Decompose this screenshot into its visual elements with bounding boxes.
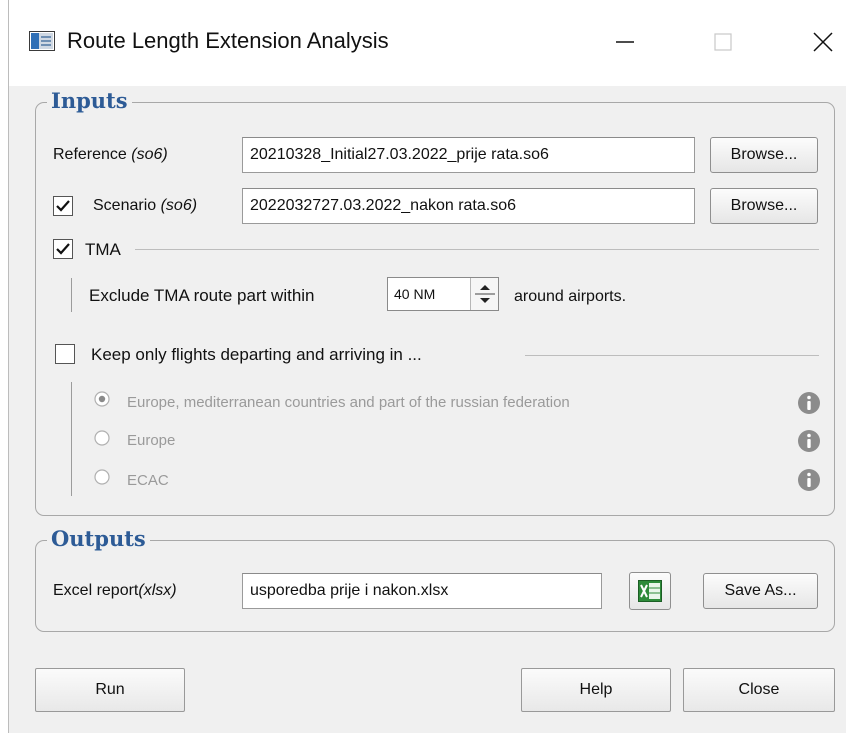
reference-label-format: (so6) bbox=[131, 146, 168, 163]
window-title: Route Length Extension Analysis bbox=[67, 28, 389, 53]
minimize-icon bbox=[616, 41, 634, 43]
checkmark-icon bbox=[56, 200, 70, 212]
scenario-label-format: (so6) bbox=[160, 197, 198, 214]
reference-label: Reference (so6) bbox=[53, 146, 168, 164]
minimize-button[interactable] bbox=[597, 12, 653, 72]
tma-suffix-label: around airports. bbox=[514, 288, 627, 305]
region-label-europe: Europe bbox=[127, 432, 176, 449]
inputs-group-title: Inputs bbox=[47, 88, 132, 113]
tma-divider bbox=[135, 249, 819, 250]
keep-flights-checkbox[interactable] bbox=[55, 344, 75, 364]
tma-distance-spinbox[interactable]: 40 NM bbox=[387, 277, 499, 311]
save-as-button[interactable]: Save As... bbox=[703, 573, 818, 609]
scenario-browse-button[interactable]: Browse... bbox=[710, 188, 818, 224]
region-label-europe-med: Europe, mediterranean countries and part… bbox=[127, 394, 570, 411]
radio-unselected-icon bbox=[94, 469, 110, 485]
spin-up-down-icon bbox=[475, 285, 495, 303]
region-radio-ecac[interactable] bbox=[93, 468, 111, 486]
region-radio-europe-med[interactable] bbox=[93, 390, 111, 408]
reference-label-text: Reference bbox=[53, 146, 132, 163]
region-radio-europe[interactable] bbox=[93, 429, 111, 447]
radio-selected-icon bbox=[94, 391, 110, 407]
app-icon bbox=[29, 31, 55, 51]
spin-buttons[interactable] bbox=[470, 278, 498, 310]
radio-unselected-icon bbox=[94, 430, 110, 446]
tma-exclude-label: Exclude TMA route part within bbox=[89, 286, 315, 305]
scenario-file-input[interactable]: 2022032727.03.2022_nakon rata.so6 bbox=[242, 188, 695, 224]
excel-report-file-input[interactable]: usporedba prije i nakon.xlsx bbox=[242, 573, 602, 609]
help-button[interactable]: Help bbox=[521, 668, 671, 712]
keep-flights-divider bbox=[525, 355, 819, 356]
reference-browse-button[interactable]: Browse... bbox=[710, 137, 818, 173]
scenario-label-text: Scenario bbox=[93, 197, 161, 214]
scenario-checkbox[interactable] bbox=[53, 196, 73, 216]
dialog-window: Route Length Extension Analysis Inputs R… bbox=[8, 0, 846, 733]
excel-report-label-text: Excel report bbox=[53, 582, 139, 599]
open-excel-button[interactable] bbox=[629, 572, 671, 610]
info-icon[interactable] bbox=[797, 468, 821, 492]
maximize-icon bbox=[714, 33, 732, 51]
tma-indent-line bbox=[71, 278, 72, 312]
region-label-ecac: ECAC bbox=[127, 472, 169, 489]
tma-distance-value: 40 NM bbox=[394, 286, 436, 302]
run-button[interactable]: Run bbox=[35, 668, 185, 712]
checkmark-icon bbox=[56, 243, 70, 255]
keep-flights-label: Keep only flights departing and arriving… bbox=[91, 345, 422, 364]
excel-icon bbox=[638, 580, 662, 602]
reference-file-input[interactable]: 20210328_Initial27.03.2022_prije rata.so… bbox=[242, 137, 695, 173]
scenario-label: Scenario (so6) bbox=[93, 197, 197, 215]
info-icon[interactable] bbox=[797, 391, 821, 415]
keep-flights-indent-line bbox=[71, 382, 72, 496]
maximize-button bbox=[695, 12, 751, 72]
excel-report-label: Excel report(xlsx) bbox=[53, 582, 177, 600]
close-window-button[interactable] bbox=[795, 12, 846, 72]
tma-label: TMA bbox=[85, 240, 121, 259]
close-button[interactable]: Close bbox=[683, 668, 835, 712]
info-icon[interactable] bbox=[797, 429, 821, 453]
excel-report-label-format: (xlsx) bbox=[138, 582, 177, 599]
outputs-group-title: Outputs bbox=[47, 526, 150, 551]
title-bar: Route Length Extension Analysis bbox=[9, 0, 846, 86]
tma-checkbox[interactable] bbox=[53, 239, 73, 259]
close-icon bbox=[813, 32, 833, 52]
